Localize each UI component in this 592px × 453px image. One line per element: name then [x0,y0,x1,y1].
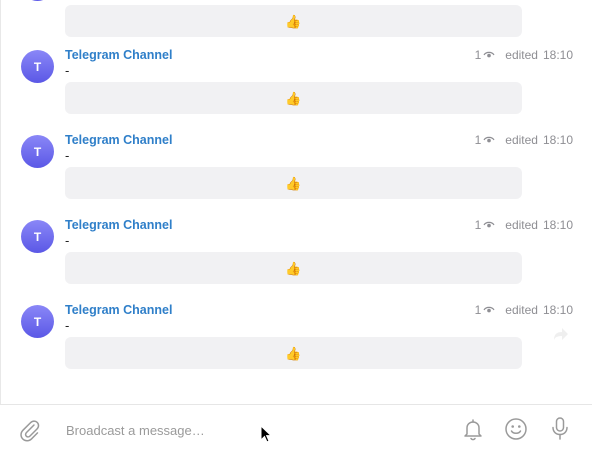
avatar[interactable]: T [21,220,54,253]
forward-icon[interactable] [553,327,569,341]
edited-label: edited [505,303,538,317]
message-time: 18:10 [542,218,573,232]
message-time: 18:10 [542,133,573,147]
reaction-button[interactable]: 👍 [65,252,522,284]
message-composer [0,404,592,453]
message-text: - [65,318,70,333]
eye-icon [483,221,495,228]
message-meta: 1 edited 18:10 [475,303,573,317]
message-meta: 1 edited 18:10 [475,133,573,147]
reaction-button[interactable]: 👍 [65,82,522,114]
microphone-icon[interactable] [547,416,573,442]
message-feed[interactable]: 👍 T Telegram Channel - 1 edited 18:10 👍 … [0,0,592,404]
message-meta: 1 edited 18:10 [475,218,573,232]
edited-label: edited [505,133,538,147]
paperclip-icon[interactable] [16,417,42,443]
avatar[interactable]: T [21,135,54,168]
edited-label: edited [505,218,538,232]
thumbs-up-reaction: 👍 [285,13,302,29]
reaction-button[interactable]: 👍 [65,167,522,199]
avatar[interactable]: T [21,305,54,338]
edited-label: edited [505,48,538,62]
reaction-button[interactable]: 👍 [65,337,522,369]
view-count: 1 [474,303,482,317]
message-time: 18:10 [542,48,573,62]
message-meta: 1 edited 18:10 [475,48,573,62]
view-count: 1 [474,218,482,232]
panel-divider [0,0,1,452]
message: T Telegram Channel - 1 edited 18:10 👍 [0,303,592,404]
sender-name[interactable]: Telegram Channel [65,48,172,62]
eye-icon [483,136,495,143]
message-text: - [65,63,70,78]
message-text: - [65,148,70,163]
message-input[interactable] [64,417,428,443]
view-count: 1 [474,133,482,147]
eye-icon [483,306,495,313]
sender-name[interactable]: Telegram Channel [65,218,172,232]
sender-name[interactable]: Telegram Channel [65,133,172,147]
eye-icon [483,51,495,58]
bell-icon[interactable] [460,416,486,442]
thumbs-up-reaction: 👍 [285,345,302,361]
sender-name[interactable]: Telegram Channel [65,303,172,317]
thumbs-up-reaction: 👍 [285,260,302,276]
reaction-button[interactable]: 👍 [65,5,522,37]
view-count: 1 [474,48,482,62]
thumbs-up-reaction: 👍 [285,175,302,191]
thumbs-up-reaction: 👍 [285,90,302,106]
message-text: - [65,233,70,248]
smiley-icon[interactable] [503,416,529,442]
message-time: 18:10 [542,303,573,317]
avatar[interactable]: T [21,50,54,83]
avatar[interactable] [21,0,54,1]
